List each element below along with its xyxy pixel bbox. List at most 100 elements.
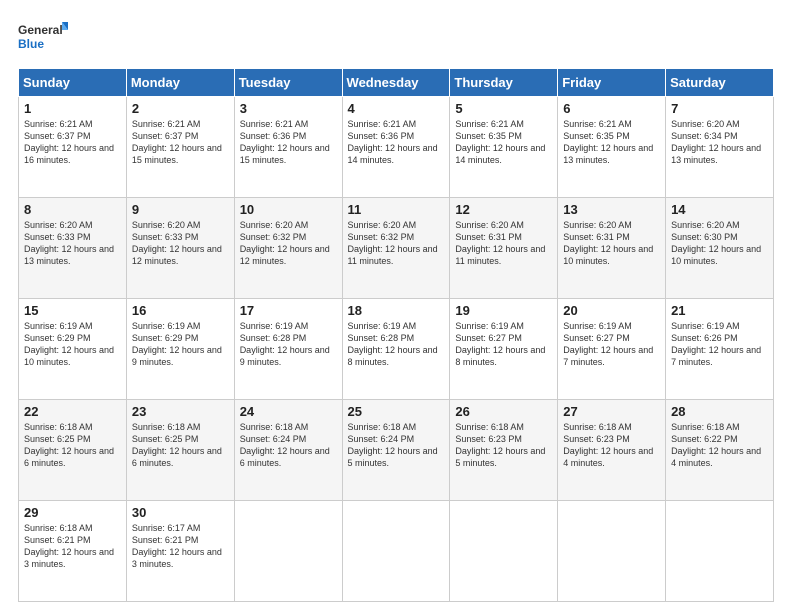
table-row: 9 Sunrise: 6:20 AM Sunset: 6:33 PM Dayli…	[126, 198, 234, 299]
cell-content: Sunrise: 6:17 AM Sunset: 6:21 PM Dayligh…	[132, 522, 229, 571]
cell-content: Sunrise: 6:19 AM Sunset: 6:28 PM Dayligh…	[348, 320, 445, 369]
cell-content: Sunrise: 6:18 AM Sunset: 6:23 PM Dayligh…	[563, 421, 660, 470]
cell-content: Sunrise: 6:18 AM Sunset: 6:22 PM Dayligh…	[671, 421, 768, 470]
table-row: 6 Sunrise: 6:21 AM Sunset: 6:35 PM Dayli…	[558, 97, 666, 198]
cell-content: Sunrise: 6:18 AM Sunset: 6:23 PM Dayligh…	[455, 421, 552, 470]
day-number: 30	[132, 505, 229, 520]
day-number: 25	[348, 404, 445, 419]
day-number: 21	[671, 303, 768, 318]
cell-content: Sunrise: 6:19 AM Sunset: 6:29 PM Dayligh…	[24, 320, 121, 369]
svg-text:General: General	[18, 23, 63, 37]
table-row: 24 Sunrise: 6:18 AM Sunset: 6:24 PM Dayl…	[234, 400, 342, 501]
table-row: 25 Sunrise: 6:18 AM Sunset: 6:24 PM Dayl…	[342, 400, 450, 501]
cell-content: Sunrise: 6:20 AM Sunset: 6:33 PM Dayligh…	[24, 219, 121, 268]
col-thursday: Thursday	[450, 69, 558, 97]
day-number: 14	[671, 202, 768, 217]
cell-content: Sunrise: 6:21 AM Sunset: 6:35 PM Dayligh…	[563, 118, 660, 167]
cell-content: Sunrise: 6:21 AM Sunset: 6:35 PM Dayligh…	[455, 118, 552, 167]
table-row: 29 Sunrise: 6:18 AM Sunset: 6:21 PM Dayl…	[19, 501, 127, 602]
day-number: 12	[455, 202, 552, 217]
page: General Blue Sunday Monday Tuesday Wedne…	[0, 0, 792, 612]
cell-content: Sunrise: 6:21 AM Sunset: 6:36 PM Dayligh…	[348, 118, 445, 167]
table-row: 20 Sunrise: 6:19 AM Sunset: 6:27 PM Dayl…	[558, 299, 666, 400]
table-row: 8 Sunrise: 6:20 AM Sunset: 6:33 PM Dayli…	[19, 198, 127, 299]
cell-content: Sunrise: 6:18 AM Sunset: 6:24 PM Dayligh…	[240, 421, 337, 470]
table-row	[234, 501, 342, 602]
logo: General Blue	[18, 18, 68, 58]
table-row: 1 Sunrise: 6:21 AM Sunset: 6:37 PM Dayli…	[19, 97, 127, 198]
cell-content: Sunrise: 6:18 AM Sunset: 6:24 PM Dayligh…	[348, 421, 445, 470]
table-row: 4 Sunrise: 6:21 AM Sunset: 6:36 PM Dayli…	[342, 97, 450, 198]
col-monday: Monday	[126, 69, 234, 97]
day-number: 20	[563, 303, 660, 318]
col-saturday: Saturday	[666, 69, 774, 97]
table-row: 5 Sunrise: 6:21 AM Sunset: 6:35 PM Dayli…	[450, 97, 558, 198]
table-row: 13 Sunrise: 6:20 AM Sunset: 6:31 PM Dayl…	[558, 198, 666, 299]
svg-text:Blue: Blue	[18, 37, 44, 51]
cell-content: Sunrise: 6:20 AM Sunset: 6:34 PM Dayligh…	[671, 118, 768, 167]
day-number: 1	[24, 101, 121, 116]
day-number: 15	[24, 303, 121, 318]
day-number: 26	[455, 404, 552, 419]
table-row: 12 Sunrise: 6:20 AM Sunset: 6:31 PM Dayl…	[450, 198, 558, 299]
table-row: 21 Sunrise: 6:19 AM Sunset: 6:26 PM Dayl…	[666, 299, 774, 400]
table-row: 19 Sunrise: 6:19 AM Sunset: 6:27 PM Dayl…	[450, 299, 558, 400]
table-row: 2 Sunrise: 6:21 AM Sunset: 6:37 PM Dayli…	[126, 97, 234, 198]
day-number: 23	[132, 404, 229, 419]
day-number: 7	[671, 101, 768, 116]
day-number: 29	[24, 505, 121, 520]
table-row: 18 Sunrise: 6:19 AM Sunset: 6:28 PM Dayl…	[342, 299, 450, 400]
calendar: Sunday Monday Tuesday Wednesday Thursday…	[18, 68, 774, 602]
day-number: 4	[348, 101, 445, 116]
cell-content: Sunrise: 6:19 AM Sunset: 6:27 PM Dayligh…	[563, 320, 660, 369]
day-number: 28	[671, 404, 768, 419]
cell-content: Sunrise: 6:20 AM Sunset: 6:31 PM Dayligh…	[563, 219, 660, 268]
header: General Blue	[18, 18, 774, 58]
table-row: 16 Sunrise: 6:19 AM Sunset: 6:29 PM Dayl…	[126, 299, 234, 400]
day-number: 17	[240, 303, 337, 318]
table-row: 26 Sunrise: 6:18 AM Sunset: 6:23 PM Dayl…	[450, 400, 558, 501]
cell-content: Sunrise: 6:20 AM Sunset: 6:31 PM Dayligh…	[455, 219, 552, 268]
table-row	[666, 501, 774, 602]
day-number: 2	[132, 101, 229, 116]
day-number: 16	[132, 303, 229, 318]
cell-content: Sunrise: 6:19 AM Sunset: 6:26 PM Dayligh…	[671, 320, 768, 369]
cell-content: Sunrise: 6:20 AM Sunset: 6:33 PM Dayligh…	[132, 219, 229, 268]
cell-content: Sunrise: 6:20 AM Sunset: 6:32 PM Dayligh…	[240, 219, 337, 268]
col-tuesday: Tuesday	[234, 69, 342, 97]
table-row: 30 Sunrise: 6:17 AM Sunset: 6:21 PM Dayl…	[126, 501, 234, 602]
table-row: 17 Sunrise: 6:19 AM Sunset: 6:28 PM Dayl…	[234, 299, 342, 400]
day-number: 13	[563, 202, 660, 217]
cell-content: Sunrise: 6:19 AM Sunset: 6:28 PM Dayligh…	[240, 320, 337, 369]
day-number: 6	[563, 101, 660, 116]
table-row: 7 Sunrise: 6:20 AM Sunset: 6:34 PM Dayli…	[666, 97, 774, 198]
col-friday: Friday	[558, 69, 666, 97]
cell-content: Sunrise: 6:19 AM Sunset: 6:29 PM Dayligh…	[132, 320, 229, 369]
table-row: 22 Sunrise: 6:18 AM Sunset: 6:25 PM Dayl…	[19, 400, 127, 501]
cell-content: Sunrise: 6:20 AM Sunset: 6:32 PM Dayligh…	[348, 219, 445, 268]
cell-content: Sunrise: 6:21 AM Sunset: 6:36 PM Dayligh…	[240, 118, 337, 167]
cell-content: Sunrise: 6:20 AM Sunset: 6:30 PM Dayligh…	[671, 219, 768, 268]
day-number: 5	[455, 101, 552, 116]
table-row: 10 Sunrise: 6:20 AM Sunset: 6:32 PM Dayl…	[234, 198, 342, 299]
day-number: 24	[240, 404, 337, 419]
cell-content: Sunrise: 6:18 AM Sunset: 6:25 PM Dayligh…	[132, 421, 229, 470]
table-row: 28 Sunrise: 6:18 AM Sunset: 6:22 PM Dayl…	[666, 400, 774, 501]
table-row	[342, 501, 450, 602]
day-number: 9	[132, 202, 229, 217]
table-row: 11 Sunrise: 6:20 AM Sunset: 6:32 PM Dayl…	[342, 198, 450, 299]
day-number: 11	[348, 202, 445, 217]
day-number: 27	[563, 404, 660, 419]
table-row: 27 Sunrise: 6:18 AM Sunset: 6:23 PM Dayl…	[558, 400, 666, 501]
cell-content: Sunrise: 6:18 AM Sunset: 6:25 PM Dayligh…	[24, 421, 121, 470]
table-row: 15 Sunrise: 6:19 AM Sunset: 6:29 PM Dayl…	[19, 299, 127, 400]
day-number: 19	[455, 303, 552, 318]
table-row: 3 Sunrise: 6:21 AM Sunset: 6:36 PM Dayli…	[234, 97, 342, 198]
cell-content: Sunrise: 6:19 AM Sunset: 6:27 PM Dayligh…	[455, 320, 552, 369]
table-row: 14 Sunrise: 6:20 AM Sunset: 6:30 PM Dayl…	[666, 198, 774, 299]
cell-content: Sunrise: 6:18 AM Sunset: 6:21 PM Dayligh…	[24, 522, 121, 571]
col-sunday: Sunday	[19, 69, 127, 97]
logo-svg: General Blue	[18, 18, 68, 58]
cell-content: Sunrise: 6:21 AM Sunset: 6:37 PM Dayligh…	[132, 118, 229, 167]
col-wednesday: Wednesday	[342, 69, 450, 97]
